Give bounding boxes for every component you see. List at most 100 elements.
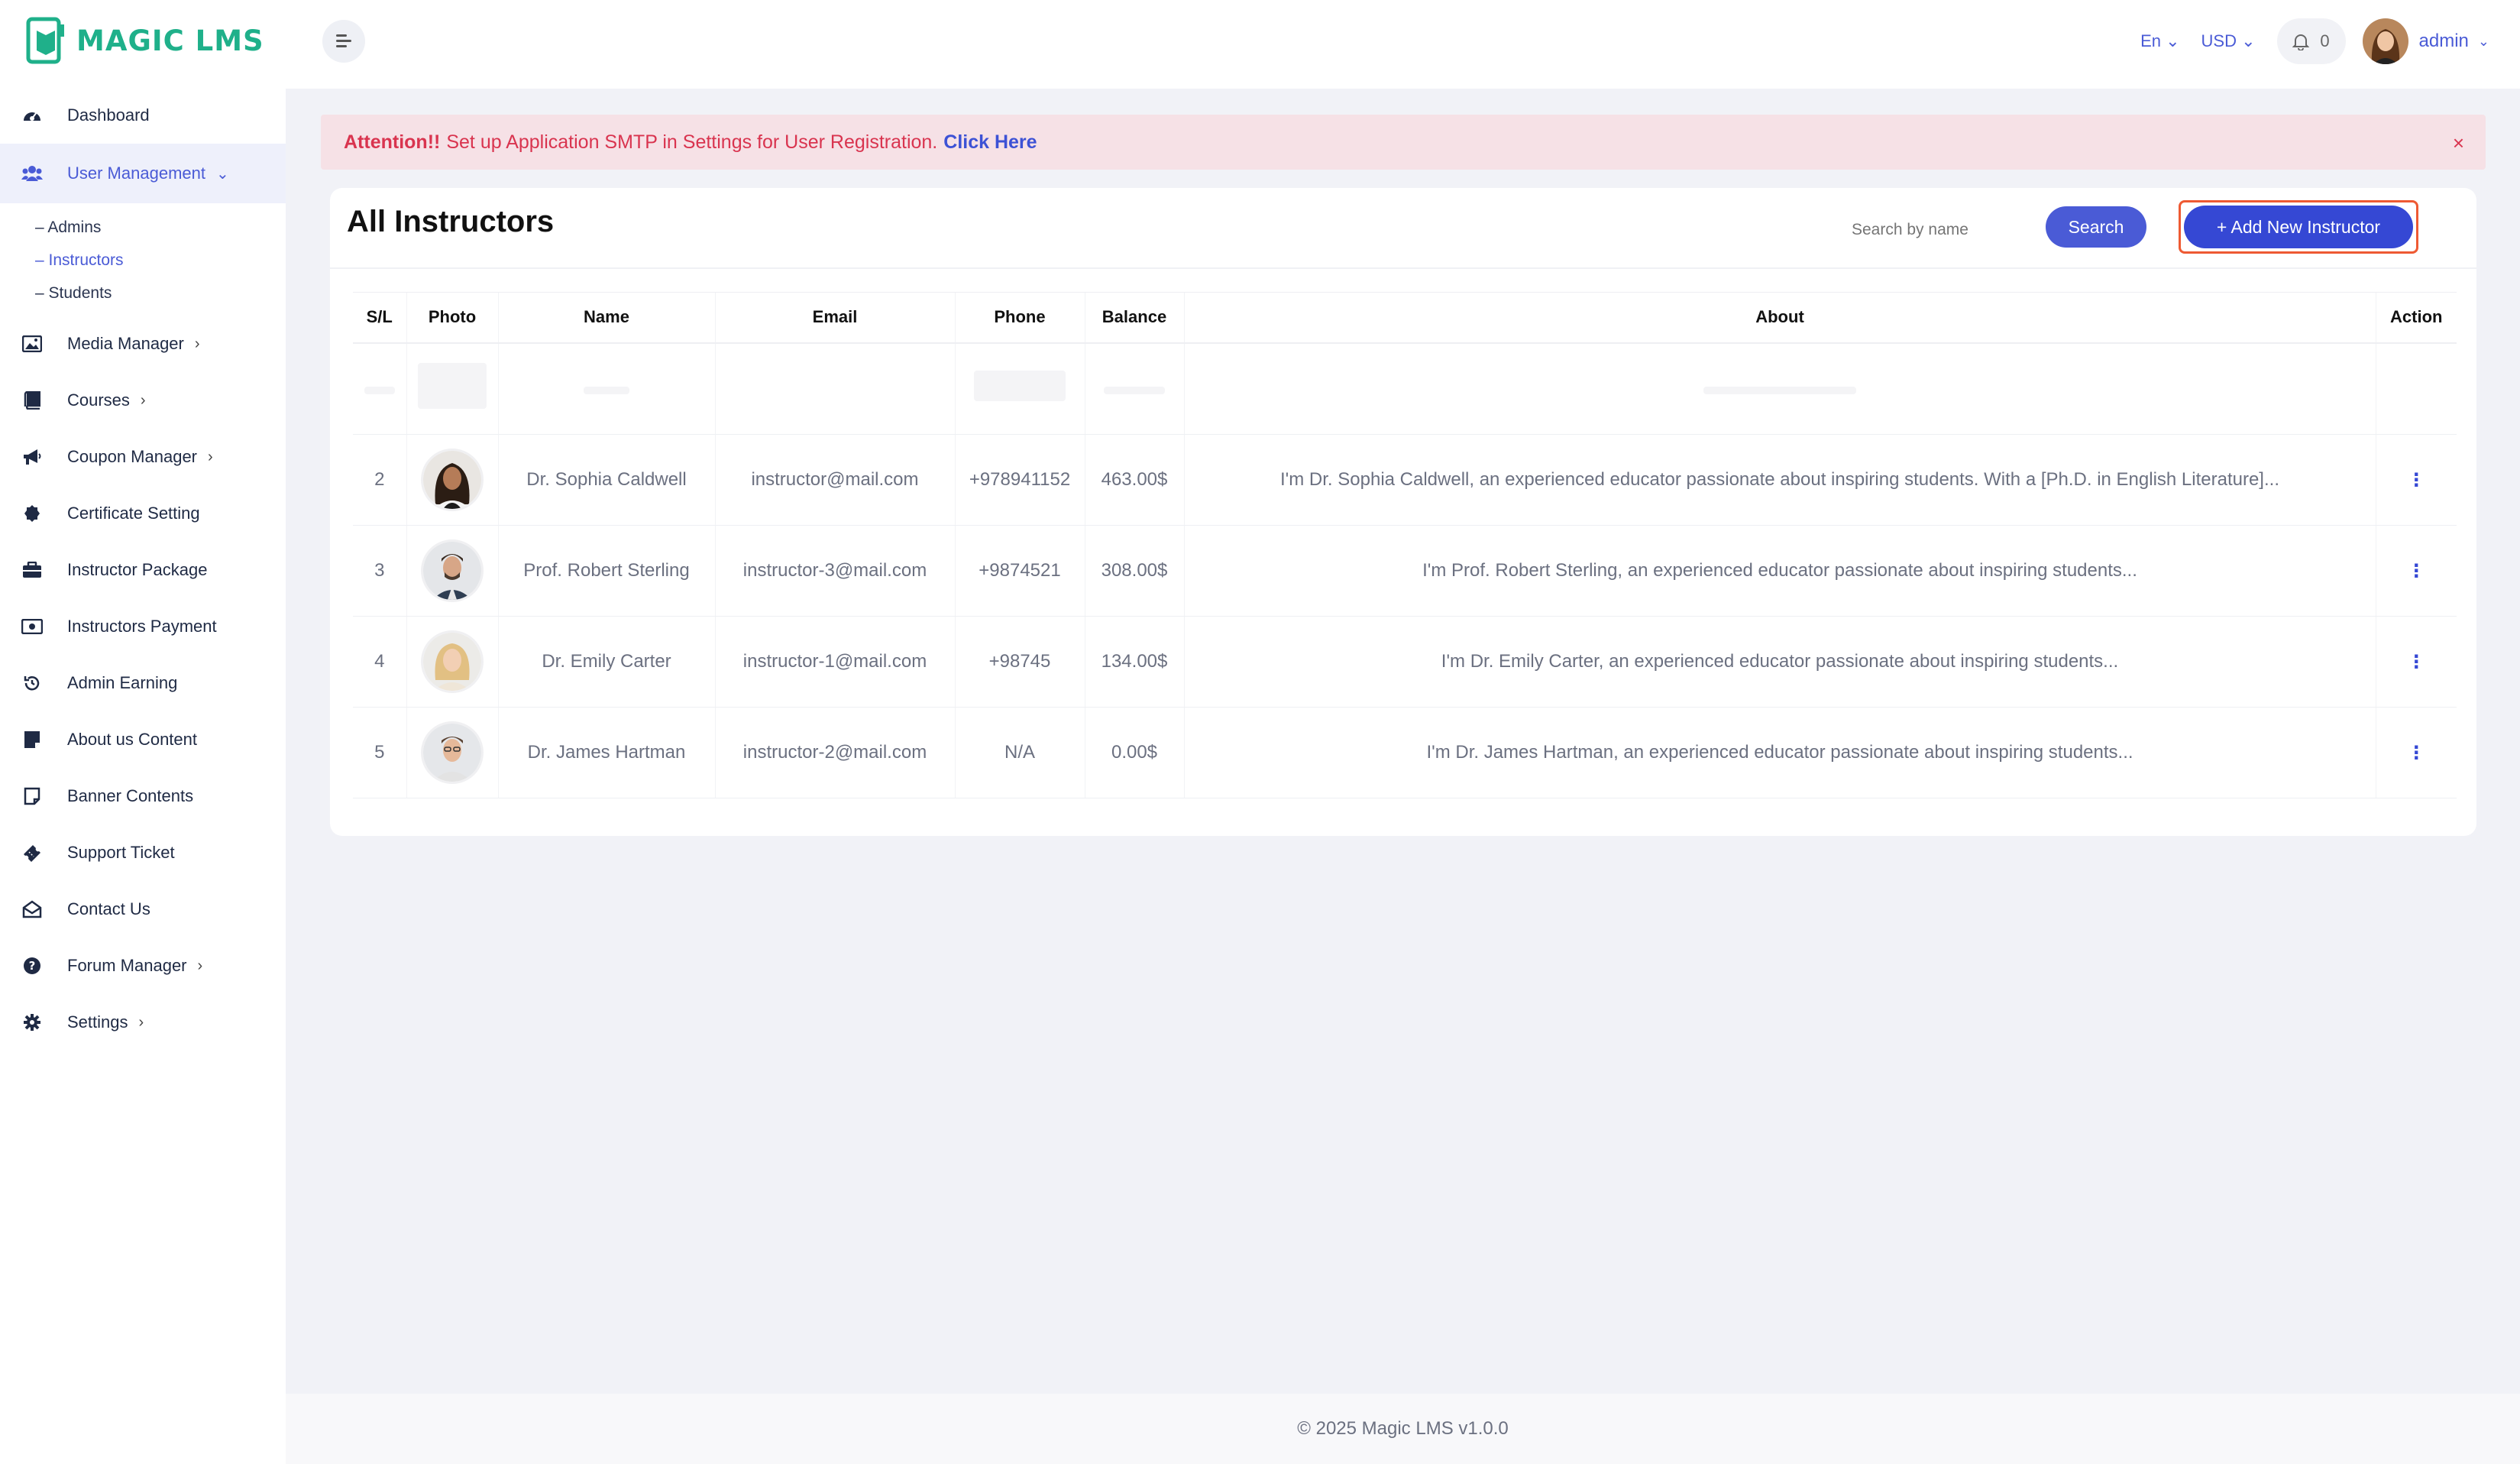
sidebar-item-courses[interactable]: Courses › bbox=[0, 372, 286, 429]
currency-value: USD bbox=[2201, 31, 2237, 50]
chevron-down-icon: ⌄ bbox=[215, 165, 229, 183]
placeholder-cell bbox=[2375, 342, 2457, 435]
alert-attention: Attention!! bbox=[344, 131, 441, 153]
table-row: 3 Prof. Robert Sterling instructor-3@mai… bbox=[353, 525, 2457, 617]
chevron-right-icon: › bbox=[208, 448, 213, 465]
chevron-right-icon: › bbox=[140, 391, 146, 409]
sidebar-item-certificate-setting[interactable]: Certificate Setting bbox=[0, 485, 286, 542]
sidebar-subitem-students[interactable]: – Students bbox=[35, 277, 286, 309]
topbar-right: En ⌄ USD ⌄ 0 admin ⌄ bbox=[2140, 17, 2489, 66]
cell-name: Dr. Sophia Caldwell bbox=[497, 434, 715, 526]
sidebar-item-contact-us[interactable]: Contact Us bbox=[0, 881, 286, 938]
column-header-balance: Balance bbox=[1084, 292, 1184, 344]
cell-name: Dr. James Hartman bbox=[497, 707, 715, 798]
language-dropdown[interactable]: En ⌄ bbox=[2140, 31, 2179, 51]
cell-sl: 2 bbox=[353, 434, 406, 526]
sidebar-item-admin-earning[interactable]: Admin Earning bbox=[0, 655, 286, 711]
table-row-placeholder bbox=[353, 342, 2457, 435]
cell-photo bbox=[406, 525, 498, 617]
currency-dropdown[interactable]: USD ⌄ bbox=[2201, 31, 2256, 51]
sidebar-item-instructors-payment[interactable]: Instructors Payment bbox=[0, 598, 286, 655]
cell-about: I'm Dr. James Hartman, an experienced ed… bbox=[1183, 707, 2376, 798]
notification-button[interactable]: 0 bbox=[2276, 18, 2346, 64]
cell-photo bbox=[406, 616, 498, 708]
more-options-icon[interactable]: ⋮ bbox=[2407, 652, 2425, 672]
cell-name: Prof. Robert Sterling bbox=[497, 525, 715, 617]
topbar: En ⌄ USD ⌄ 0 admin ⌄ bbox=[286, 0, 2520, 89]
search-button[interactable]: Search bbox=[2046, 206, 2146, 248]
sidebar-item-label: Instructor Package bbox=[67, 560, 208, 579]
sidebar-subitem-instructors[interactable]: – Instructors bbox=[35, 244, 286, 277]
sidebar-item-settings[interactable]: Settings › bbox=[0, 994, 286, 1051]
question-icon: ? bbox=[21, 955, 43, 977]
sidebar-item-label: Forum Manager bbox=[67, 956, 187, 975]
placeholder-cell bbox=[1084, 342, 1184, 435]
table-row: 4 Dr. Emily Carter instructor-1@mail.com… bbox=[353, 616, 2457, 708]
briefcase-icon bbox=[21, 559, 43, 581]
cell-sl: 3 bbox=[353, 525, 406, 617]
alert-close-icon[interactable]: × bbox=[2453, 131, 2464, 155]
note-icon bbox=[21, 729, 43, 750]
cell-sl: 4 bbox=[353, 616, 406, 708]
search-input[interactable] bbox=[1852, 209, 2020, 251]
add-instructor-highlight: + Add New Instructor bbox=[2179, 200, 2418, 254]
logo[interactable]: MAGIC LMS bbox=[26, 15, 264, 66]
menu-toggle-button[interactable] bbox=[322, 20, 365, 63]
menu-icon bbox=[336, 34, 351, 47]
sidebar-item-about-us-content[interactable]: About us Content bbox=[0, 711, 286, 768]
gear-icon bbox=[21, 1012, 43, 1033]
sidebar: MAGIC LMS Dashboard User Management ⌄ – … bbox=[0, 0, 286, 1464]
sidebar-subitem-admins[interactable]: – Admins bbox=[35, 211, 286, 244]
divider bbox=[330, 267, 2476, 269]
cell-balance: 308.00$ bbox=[1084, 525, 1184, 617]
cell-balance: 0.00$ bbox=[1084, 707, 1184, 798]
cell-about: I'm Dr. Emily Carter, an experienced edu… bbox=[1183, 616, 2376, 708]
instructors-card: All Instructors Search + Add New Instruc… bbox=[330, 188, 2476, 836]
sidebar-item-banner-contents[interactable]: Banner Contents bbox=[0, 768, 286, 824]
user-management-submenu: – Admins – Instructors – Students bbox=[0, 203, 286, 316]
sidebar-item-forum-manager[interactable]: ? Forum Manager › bbox=[0, 938, 286, 994]
money-icon bbox=[21, 616, 43, 637]
book-icon bbox=[21, 390, 43, 411]
ticket-icon bbox=[21, 842, 43, 863]
alert-link[interactable]: Click Here bbox=[943, 131, 1037, 154]
cell-phone: +978941152 bbox=[954, 434, 1085, 526]
sidebar-item-coupon-manager[interactable]: Coupon Manager › bbox=[0, 429, 286, 485]
placeholder-cell bbox=[497, 342, 715, 435]
sidebar-nav: Dashboard User Management ⌄ – Admins – I… bbox=[0, 87, 286, 1051]
column-header-about: About bbox=[1183, 292, 2376, 344]
more-options-icon[interactable]: ⋮ bbox=[2407, 743, 2425, 763]
footer-copyright: © 2025 Magic LMS v1.0.0 bbox=[1297, 1418, 1509, 1439]
cell-email: instructor@mail.com bbox=[714, 434, 955, 526]
sidebar-item-dashboard[interactable]: Dashboard bbox=[0, 87, 286, 144]
sidebar-item-media-manager[interactable]: Media Manager › bbox=[0, 316, 286, 372]
user-name[interactable]: admin bbox=[2419, 31, 2469, 52]
more-options-icon[interactable]: ⋮ bbox=[2407, 470, 2425, 491]
placeholder-cell bbox=[406, 342, 498, 435]
sidebar-item-instructor-package[interactable]: Instructor Package bbox=[0, 542, 286, 598]
cell-email: instructor-1@mail.com bbox=[714, 616, 955, 708]
instructor-photo bbox=[421, 721, 484, 784]
sidebar-item-label: Dashboard bbox=[67, 105, 150, 125]
chevron-right-icon: › bbox=[138, 1013, 144, 1031]
more-options-icon[interactable]: ⋮ bbox=[2407, 561, 2425, 581]
chevron-right-icon: › bbox=[194, 335, 200, 352]
sidebar-item-user-management[interactable]: User Management ⌄ bbox=[0, 144, 286, 203]
column-header-photo: Photo bbox=[406, 292, 498, 344]
instructors-table: S/L Photo Name Email Phone Balance About… bbox=[353, 292, 2457, 798]
avatar[interactable] bbox=[2362, 18, 2408, 64]
cell-email: instructor-2@mail.com bbox=[714, 707, 955, 798]
cell-phone: +9874521 bbox=[954, 525, 1085, 617]
alert-message: Set up Application SMTP in Settings for … bbox=[446, 131, 938, 153]
add-new-instructor-button[interactable]: + Add New Instructor bbox=[2184, 206, 2413, 248]
column-header-name: Name bbox=[497, 292, 715, 344]
chevron-down-icon[interactable]: ⌄ bbox=[2478, 34, 2489, 50]
page-title: All Instructors bbox=[347, 205, 555, 238]
placeholder-cell bbox=[1183, 342, 2376, 435]
mail-open-icon bbox=[21, 899, 43, 920]
page-icon bbox=[21, 785, 43, 807]
sidebar-item-label: Instructors Payment bbox=[67, 617, 217, 636]
cell-balance: 463.00$ bbox=[1084, 434, 1184, 526]
sidebar-item-support-ticket[interactable]: Support Ticket bbox=[0, 824, 286, 881]
language-value: En bbox=[2140, 31, 2161, 50]
